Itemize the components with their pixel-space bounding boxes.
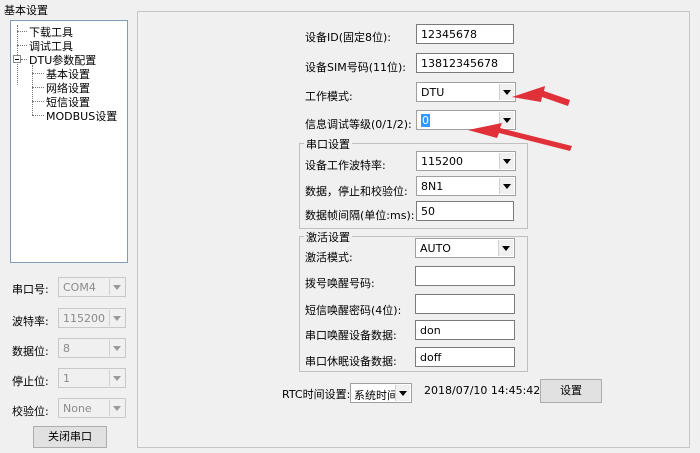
red-arrow-icon <box>468 123 572 151</box>
red-arrow-icon <box>512 86 570 106</box>
annotation-arrows <box>468 86 572 151</box>
